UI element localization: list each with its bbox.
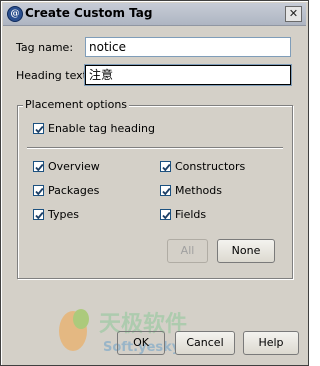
tag-name-input[interactable]: notice [85, 37, 291, 57]
checkmark-icon [162, 211, 171, 220]
overview-checkbox[interactable] [33, 161, 44, 172]
checkmark-icon [35, 211, 44, 220]
methods-checkbox[interactable] [160, 185, 171, 196]
overview-label: Overview [48, 160, 100, 173]
app-icon: @ [7, 6, 23, 22]
separator [27, 147, 283, 149]
heading-text-label: Heading text: [16, 69, 91, 82]
cancel-button[interactable]: Cancel [175, 331, 235, 355]
fields-label: Fields [175, 208, 207, 221]
help-button[interactable]: Help [243, 331, 299, 355]
checkmark-icon [35, 187, 44, 196]
types-label: Types [48, 208, 79, 221]
methods-label: Methods [175, 184, 222, 197]
checkmark-icon [35, 125, 44, 134]
enable-tag-heading-label: Enable tag heading [48, 122, 155, 135]
heading-text-input[interactable]: 注意 [84, 64, 292, 86]
all-button[interactable]: All [167, 239, 208, 263]
constructors-label: Constructors [175, 160, 246, 173]
fields-checkbox[interactable] [160, 209, 171, 220]
constructors-checkbox[interactable] [160, 161, 171, 172]
enable-tag-heading-checkbox[interactable] [33, 123, 44, 134]
ok-button[interactable]: OK [117, 331, 165, 355]
checkmark-icon [162, 163, 171, 172]
placement-options-legend: Placement options [23, 98, 130, 111]
none-button[interactable]: None [217, 239, 275, 263]
packages-label: Packages [48, 184, 100, 197]
tag-name-label: Tag name: [16, 41, 74, 54]
title-bar[interactable]: @ Create Custom Tag ✕ [3, 3, 306, 26]
create-custom-tag-dialog: @ Create Custom Tag ✕ Tag name: notice H… [0, 0, 309, 366]
close-button[interactable]: ✕ [285, 6, 302, 22]
checkmark-icon [162, 187, 171, 196]
types-checkbox[interactable] [33, 209, 44, 220]
packages-checkbox[interactable] [33, 185, 44, 196]
dialog-title: Create Custom Tag [25, 6, 153, 20]
checkmark-icon [35, 163, 44, 172]
